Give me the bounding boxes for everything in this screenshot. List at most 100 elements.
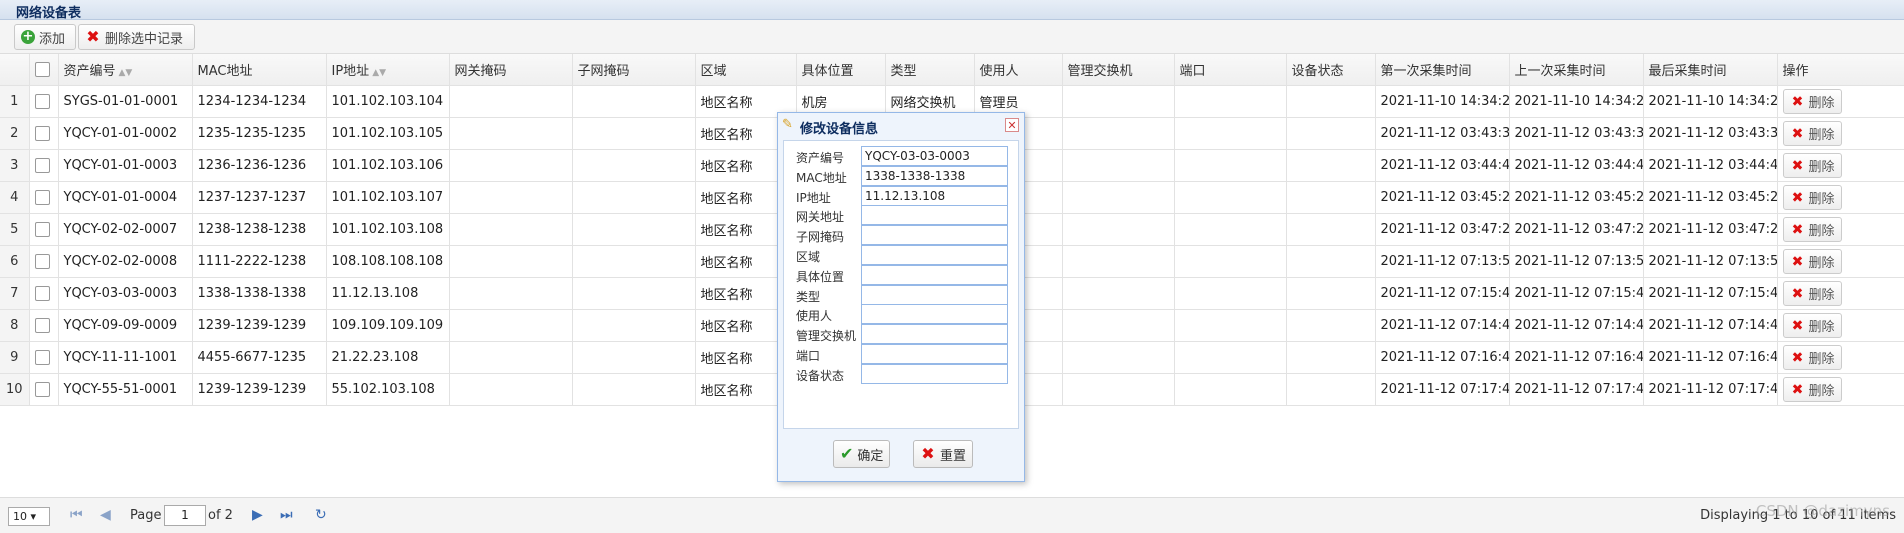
- col-prev-time[interactable]: 上一次采集时间: [1509, 54, 1644, 86]
- field-input[interactable]: [861, 324, 1008, 345]
- cell-gw: [449, 245, 573, 278]
- cell-first: 2021-11-12 07:17:46: [1375, 373, 1510, 406]
- close-icon[interactable]: ✕: [1005, 118, 1019, 132]
- field-input[interactable]: [861, 304, 1008, 325]
- row-select[interactable]: [29, 117, 59, 150]
- cell-last: 2021-11-12 07:14:48: [1643, 309, 1778, 342]
- cell-action: ✖ 删除: [1777, 213, 1904, 246]
- cell-asset: SYGS-01-01-0001: [58, 85, 193, 118]
- row-checkbox[interactable]: [34, 286, 50, 301]
- page-number-input[interactable]: 1: [164, 505, 206, 526]
- row-delete-button[interactable]: ✖ 删除: [1782, 313, 1842, 338]
- col-switch[interactable]: 管理交换机: [1062, 54, 1175, 86]
- pagination-bar: 10 ▾ ⏮ ◀ Page 1 of 2 ▶ ⏭ ↻ Displaying 1 …: [0, 497, 1904, 533]
- row-delete-button[interactable]: ✖ 删除: [1782, 377, 1842, 402]
- field-input[interactable]: [861, 284, 1008, 305]
- col-port[interactable]: 端口: [1174, 54, 1287, 86]
- row-checkbox[interactable]: [34, 222, 50, 237]
- field-input[interactable]: [861, 225, 1008, 246]
- col-location[interactable]: 具体位置: [796, 54, 886, 86]
- cell-ip: 11.12.13.108: [326, 277, 450, 310]
- col-mac[interactable]: MAC地址: [192, 54, 327, 86]
- row-select[interactable]: [29, 213, 59, 246]
- row-delete-button[interactable]: ✖ 删除: [1782, 345, 1842, 370]
- row-delete-button[interactable]: ✖ 删除: [1782, 281, 1842, 306]
- field-input[interactable]: [861, 205, 1008, 226]
- delete-icon: ✖: [1791, 93, 1804, 110]
- col-user[interactable]: 使用人: [974, 54, 1063, 86]
- col-gateway[interactable]: 网关掩码: [449, 54, 573, 86]
- cell-last: 2021-11-12 03:45:20: [1643, 181, 1778, 214]
- row-delete-button[interactable]: ✖ 删除: [1782, 217, 1842, 242]
- row-number: 7: [0, 277, 30, 310]
- row-delete-label: 删除: [1808, 384, 1835, 399]
- row-select[interactable]: [29, 149, 59, 182]
- cell-mac: 1238-1238-1238: [192, 213, 327, 246]
- col-asset[interactable]: 资产编号 ▲▼: [58, 54, 193, 86]
- row-delete-button[interactable]: ✖ 删除: [1782, 89, 1842, 114]
- cell-prev: 2021-11-12 07:15:41: [1509, 277, 1644, 310]
- col-region[interactable]: 区域: [695, 54, 797, 86]
- delete-icon: ✖: [1791, 317, 1804, 334]
- reset-button[interactable]: ✖ 重置: [913, 440, 974, 468]
- row-checkbox[interactable]: [34, 126, 50, 141]
- col-mask[interactable]: 子网掩码: [572, 54, 696, 86]
- cell-status: [1286, 213, 1376, 246]
- field-input[interactable]: YQCY-03-03-0003: [861, 146, 1008, 166]
- field-input[interactable]: 11.12.13.108: [861, 185, 1008, 206]
- cell-prev: 2021-11-12 03:47:25: [1509, 213, 1644, 246]
- row-checkbox[interactable]: [34, 350, 50, 365]
- field-input[interactable]: [861, 344, 1008, 364]
- cell-asset: YQCY-02-02-0008: [58, 245, 193, 278]
- row-delete-button[interactable]: ✖ 删除: [1782, 185, 1842, 210]
- row-delete-label: 删除: [1808, 192, 1835, 207]
- row-select[interactable]: [29, 181, 59, 214]
- row-checkbox[interactable]: [34, 318, 50, 333]
- refresh-icon[interactable]: ↻: [315, 507, 327, 523]
- row-select[interactable]: [29, 309, 59, 342]
- cell-port: [1174, 181, 1287, 214]
- row-delete-button[interactable]: ✖ 删除: [1782, 121, 1842, 146]
- row-select[interactable]: [29, 341, 59, 374]
- row-delete-label: 删除: [1808, 160, 1835, 175]
- row-checkbox[interactable]: [34, 94, 50, 109]
- col-status[interactable]: 设备状态: [1286, 54, 1376, 86]
- field-input[interactable]: [861, 245, 1008, 265]
- col-last-time[interactable]: 最后采集时间: [1643, 54, 1778, 86]
- cell-status: [1286, 245, 1376, 278]
- next-page-icon[interactable]: ▶: [252, 507, 263, 523]
- cell-first: 2021-11-12 03:47:25: [1375, 213, 1510, 246]
- cell-asset: YQCY-02-02-0007: [58, 213, 193, 246]
- row-checkbox[interactable]: [34, 254, 50, 269]
- row-delete-button[interactable]: ✖ 删除: [1782, 153, 1842, 178]
- select-all-header[interactable]: [29, 54, 59, 86]
- field-input[interactable]: [861, 264, 1008, 285]
- row-delete-label: 删除: [1808, 352, 1835, 367]
- row-select[interactable]: [29, 85, 59, 118]
- field-input[interactable]: [861, 363, 1008, 384]
- field-input[interactable]: 1338-1338-1338: [861, 165, 1008, 186]
- col-first-time[interactable]: 第一次采集时间: [1375, 54, 1510, 86]
- row-checkbox[interactable]: [34, 158, 50, 173]
- add-button[interactable]: + 添加: [14, 24, 76, 50]
- prev-page-icon[interactable]: ◀: [100, 507, 111, 523]
- cell-mask: [572, 245, 696, 278]
- row-select[interactable]: [29, 245, 59, 278]
- last-page-icon[interactable]: ⏭: [280, 507, 293, 523]
- page-size-select[interactable]: 10 ▾: [8, 507, 50, 526]
- first-page-icon[interactable]: ⏮: [70, 507, 83, 523]
- delete-selected-button[interactable]: ✖ 删除选中记录: [78, 24, 195, 50]
- form-row: 子网掩码: [796, 225, 1008, 246]
- row-select[interactable]: [29, 277, 59, 310]
- cell-last: 2021-11-12 03:47:25: [1643, 213, 1778, 246]
- row-delete-button[interactable]: ✖ 删除: [1782, 249, 1842, 274]
- row-checkbox[interactable]: [34, 190, 50, 205]
- confirm-button[interactable]: ✔ 确定: [833, 440, 891, 468]
- col-type[interactable]: 类型: [885, 54, 975, 86]
- col-ip[interactable]: IP地址 ▲▼: [326, 54, 450, 86]
- row-checkbox[interactable]: [34, 382, 50, 397]
- row-select[interactable]: [29, 373, 59, 406]
- cell-prev: 2021-11-12 07:16:41: [1509, 341, 1644, 374]
- select-all-checkbox[interactable]: [34, 62, 50, 77]
- cell-action: ✖ 删除: [1777, 373, 1904, 406]
